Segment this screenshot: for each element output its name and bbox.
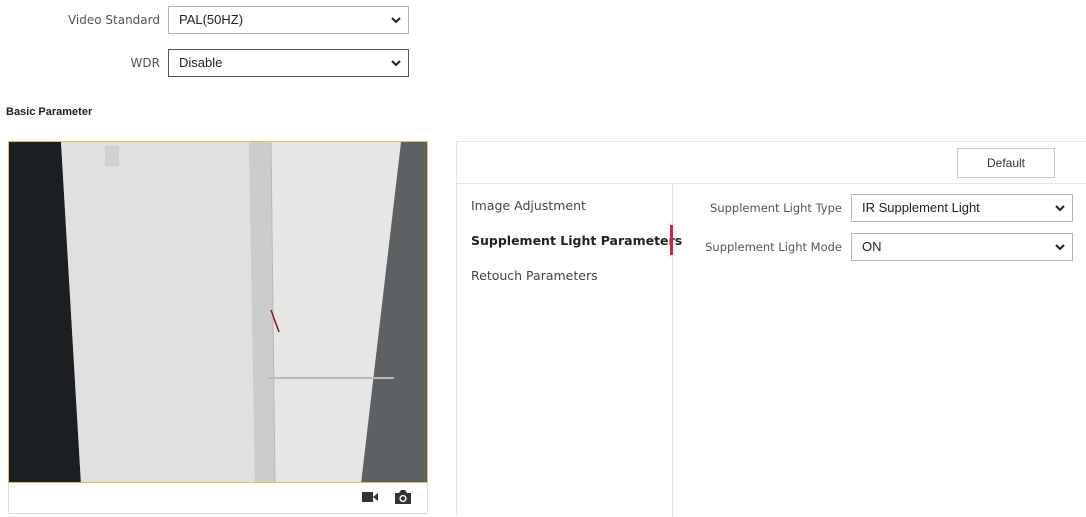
active-menu-marker (670, 225, 673, 255)
supplement-light-mode-label: Supplement Light Mode (705, 240, 842, 254)
parameter-menu: Image Adjustment Supplement Light Parame… (457, 183, 682, 517)
supplement-light-type-value: IR Supplement Light (862, 200, 980, 215)
preview-toolbar (8, 483, 428, 514)
wdr-select[interactable]: Disable (168, 49, 409, 77)
supplement-light-type-select[interactable]: IR Supplement Light (851, 194, 1073, 222)
panel-header: Default (457, 142, 1086, 184)
video-standard-select[interactable]: PAL(50HZ) (168, 6, 409, 34)
wdr-value: Disable (179, 55, 223, 70)
menu-item-retouch[interactable]: Retouch Parameters (471, 268, 598, 283)
camera-image (9, 142, 427, 482)
record-icon[interactable] (361, 490, 379, 504)
supplement-light-mode-value: ON (862, 239, 882, 254)
capture-icon[interactable] (393, 489, 413, 505)
live-preview[interactable] (8, 141, 428, 483)
video-standard-label: Video Standard (67, 13, 160, 27)
menu-item-supplement-light[interactable]: Supplement Light Parameters (471, 233, 682, 248)
wdr-label: WDR (130, 56, 160, 70)
supplement-light-mode-select[interactable]: ON (851, 233, 1073, 261)
supplement-light-type-label: Supplement Light Type (710, 201, 842, 215)
chevron-down-icon (1055, 244, 1065, 251)
section-title: Basic Parameter (6, 106, 93, 118)
chevron-down-icon (391, 60, 401, 67)
menu-item-image-adjustment[interactable]: Image Adjustment (471, 198, 586, 213)
settings-panel: Default Image Adjustment Supplement Ligh… (456, 141, 1086, 517)
chevron-down-icon (1055, 205, 1065, 212)
default-button[interactable]: Default (957, 148, 1055, 178)
chevron-down-icon (391, 17, 401, 24)
video-standard-value: PAL(50HZ) (179, 12, 244, 27)
